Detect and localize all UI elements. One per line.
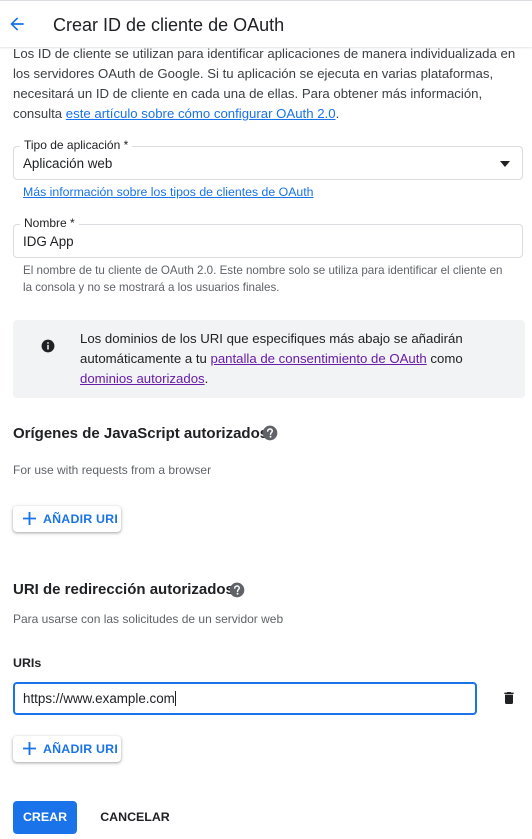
info-text-part3: . (204, 371, 209, 386)
add-redirect-uri-label: AÑADIR URI (43, 742, 118, 756)
page-title: Crear ID de cliente de OAuth (53, 15, 285, 35)
redirect-uri-value: https://www.example.com (23, 691, 176, 707)
plus-icon (23, 742, 36, 755)
back-arrow-icon[interactable] (7, 14, 27, 34)
uris-label: URIs (13, 656, 42, 670)
info-icon (41, 339, 55, 353)
add-js-origin-label: AÑADIR URI (43, 512, 118, 526)
name-hint: El nombre de tu cliente de OAuth 2.0. Es… (23, 264, 503, 294)
text-cursor (174, 691, 176, 706)
redirect-uri-text: https://www.example.com (23, 691, 175, 706)
redirect-uris-title: URI de redirección autorizados (13, 581, 234, 598)
js-origins-subtitle: For use with requests from a browser (13, 463, 212, 477)
page-header: Crear ID de cliente de OAuth (0, 0, 532, 47)
trash-icon[interactable] (501, 690, 517, 706)
intro-text: Los ID de cliente se utilizan para ident… (13, 44, 527, 124)
add-redirect-uri-button[interactable]: AÑADIR URI (13, 736, 121, 762)
consent-screen-link[interactable]: pantalla de consentimiento de OAuth (210, 351, 426, 366)
name-value: IDG App (23, 234, 74, 249)
cancel-button[interactable]: CANCELAR (95, 801, 175, 834)
app-type-label: Tipo de aplicación * (20, 138, 133, 152)
oauth-setup-article-link[interactable]: este artículo sobre cómo configurar OAut… (66, 106, 336, 121)
app-type-select[interactable]: Tipo de aplicación * Aplicación web (13, 138, 523, 180)
client-types-info-link[interactable]: Más información sobre los tipos de clien… (23, 184, 314, 200)
add-js-origin-button[interactable]: AÑADIR URI (13, 506, 121, 532)
authorized-domains-link[interactable]: dominios autorizados (80, 371, 205, 386)
name-label: Nombre * (20, 216, 79, 230)
plus-icon (23, 512, 36, 525)
info-box: Los dominios de los URI que especifiques… (13, 320, 525, 398)
intro-suffix: . (335, 106, 340, 121)
app-type-value: Aplicación web (23, 156, 113, 171)
create-button[interactable]: CREAR (13, 801, 77, 834)
js-origins-title: Orígenes de JavaScript autorizados (13, 425, 269, 442)
name-input[interactable]: Nombre * IDG App (13, 216, 523, 258)
info-text: Los dominios de los URI que especifiques… (80, 329, 510, 389)
redirect-uri-input[interactable]: https://www.example.com (13, 682, 477, 715)
info-text-part2: como (426, 351, 463, 366)
js-origins-help-icon[interactable] (262, 425, 278, 441)
redirect-uris-subtitle: Para usarse con las solicitudes de un se… (13, 612, 284, 626)
redirect-uris-help-icon[interactable] (229, 582, 245, 598)
caret-down-icon (500, 161, 510, 167)
